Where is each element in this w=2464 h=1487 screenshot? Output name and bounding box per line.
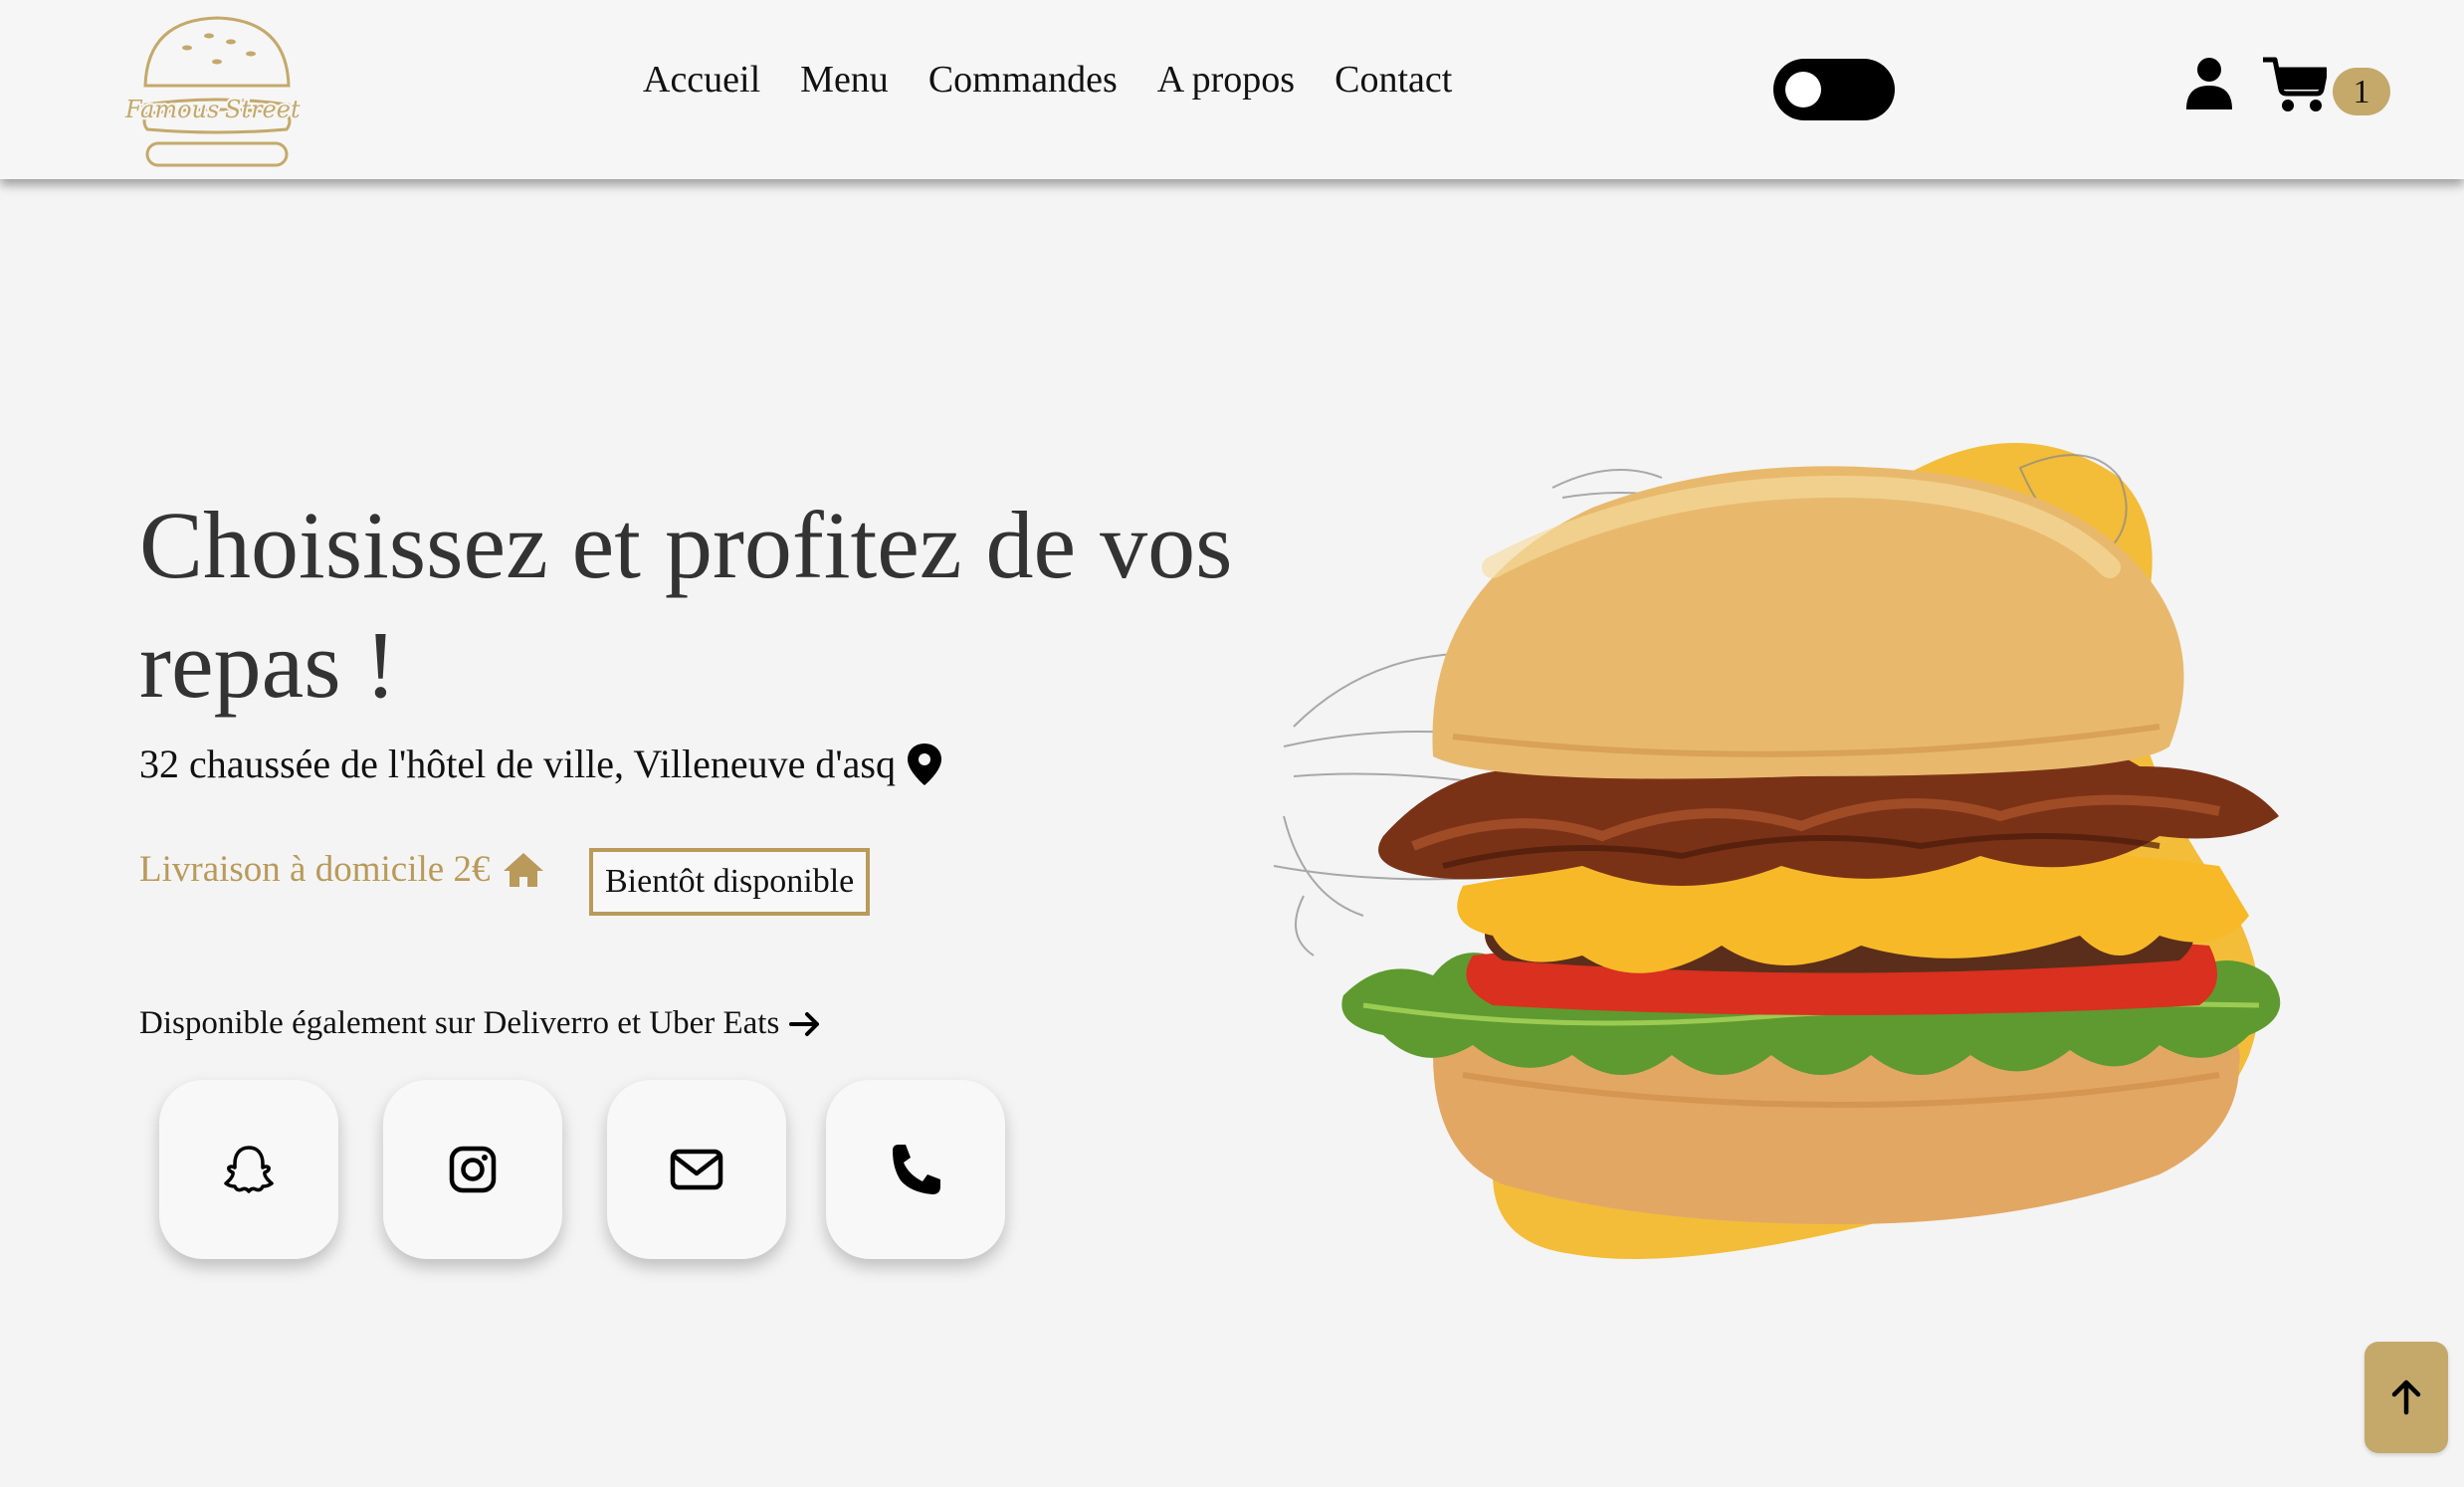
home-icon <box>504 852 544 887</box>
address: 32 chaussée de l'hôtel de ville, Villene… <box>139 741 941 787</box>
nav-a-propos[interactable]: A propos <box>1157 58 1295 102</box>
instagram-button[interactable] <box>383 1080 562 1259</box>
arrow-right-icon <box>789 1011 820 1036</box>
soon-available-badge: Bientôt disponible <box>589 848 871 916</box>
cart-count-badge: 1 <box>2333 68 2390 115</box>
nav-accueil[interactable]: Accueil <box>643 58 760 102</box>
logo-text-famous: Famous <box>124 96 219 123</box>
address-text: 32 chaussée de l'hôtel de ville, Villene… <box>139 742 896 786</box>
main-nav: Accueil Menu Commandes A propos Contact <box>643 58 1452 102</box>
cart-icon[interactable] <box>2261 56 2327 113</box>
snapchat-icon <box>224 1146 274 1193</box>
phone-button[interactable] <box>826 1080 1005 1259</box>
nav-menu[interactable]: Menu <box>800 58 889 102</box>
scroll-to-top-button[interactable] <box>2364 1342 2448 1453</box>
user-icon[interactable] <box>2184 56 2234 111</box>
navbar: Famous Street Accueil Menu Commandes A p… <box>0 0 2464 179</box>
toggle-knob <box>1785 72 1821 107</box>
delivery-text: Livraison à domicile 2€ <box>139 849 491 890</box>
nav-contact[interactable]: Contact <box>1335 58 1452 102</box>
arrow-up-icon <box>2391 1380 2421 1415</box>
famous-street-logo[interactable]: Famous Street <box>117 14 316 173</box>
snapchat-button[interactable] <box>159 1080 338 1259</box>
nav-commandes[interactable]: Commandes <box>928 58 1118 102</box>
burger-image <box>1273 443 2281 1259</box>
also-available-link[interactable]: Disponible également sur Deliverro et Ub… <box>139 1005 821 1042</box>
hero-title: Choisissez et profitez de vos repas ! <box>139 492 1233 718</box>
location-pin-icon <box>907 743 941 785</box>
delivery-info: Livraison à domicile 2€ <box>139 848 545 891</box>
email-button[interactable] <box>607 1080 786 1259</box>
also-available-text: Disponible également sur Deliverro et Ub… <box>139 1005 780 1041</box>
theme-toggle[interactable] <box>1773 59 1895 120</box>
instagram-icon <box>449 1146 497 1193</box>
logo-text-street: Street <box>225 96 301 123</box>
mail-icon <box>670 1149 723 1190</box>
phone-icon <box>893 1145 940 1194</box>
